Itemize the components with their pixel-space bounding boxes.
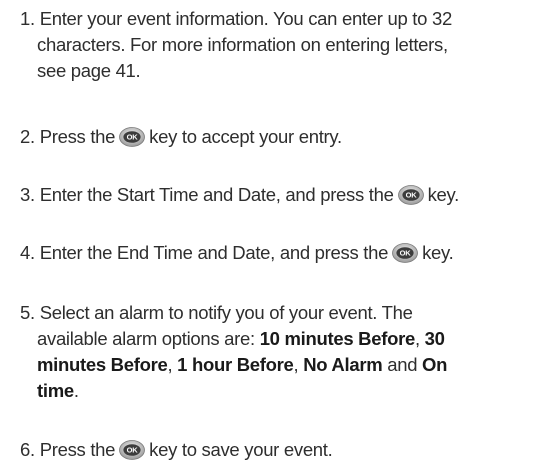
step-2-text-before: Press the — [39, 126, 116, 147]
ok-key-label: OK — [405, 191, 417, 200]
step-6-text-after: key to save your event. — [149, 439, 333, 460]
step-1-line-1: Enter your event information. You can en… — [39, 8, 453, 29]
alarm-option-on-time-part2: time — [37, 380, 74, 401]
alarm-option-1-hour: 1 hour Before — [177, 354, 294, 375]
ok-key-label: OK — [127, 446, 139, 455]
step-3-text-after: key. — [427, 184, 460, 205]
step-number: 3. — [20, 184, 35, 205]
step-4-text-after: key. — [422, 242, 454, 263]
step-6: 6. Press the OK key to save your event. — [20, 437, 333, 463]
ok-key-icon: OK — [392, 243, 418, 263]
step-1-line-3: see page 41. — [37, 60, 141, 81]
alarm-option-no-alarm: No Alarm — [303, 354, 383, 375]
ok-key-label: OK — [127, 133, 139, 142]
step-number: 4. — [20, 242, 35, 263]
step-5-line-1: Select an alarm to notify you of your ev… — [39, 302, 413, 323]
alarm-option-30-minutes-part1: 30 — [424, 328, 445, 349]
ok-key-label: OK — [400, 249, 412, 258]
step-4-text-before: Enter the End Time and Date, and press t… — [39, 242, 389, 263]
step-3-text-before: Enter the Start Time and Date, and press… — [39, 184, 394, 205]
alarm-option-on-time-part1: On — [422, 354, 448, 375]
step-number: 5. — [20, 302, 35, 323]
alarm-options-intro: available alarm options are: — [37, 328, 255, 349]
step-2: 2. Press the OK key to accept your entry. — [20, 124, 342, 150]
ok-key-icon: OK — [119, 440, 146, 460]
step-number: 2. — [20, 126, 35, 147]
alarm-option-10-minutes: 10 minutes Before — [259, 328, 416, 349]
step-6-text-before: Press the — [39, 439, 116, 460]
step-number: 6. — [20, 439, 35, 460]
step-1: 1. Enter your event information. You can… — [20, 6, 452, 84]
ok-key-icon: OK — [397, 185, 424, 205]
step-1-line-2: characters. For more information on ente… — [37, 34, 448, 55]
step-5-line-3: minutes Before, 1 hour Before, No Alarm … — [37, 354, 448, 375]
step-3: 3. Enter the Start Time and Date, and pr… — [20, 182, 459, 208]
ok-key-icon: OK — [119, 127, 146, 147]
step-5: 5. Select an alarm to notify you of your… — [20, 300, 447, 404]
step-5-line-4: time. — [37, 380, 79, 401]
step-5-line-2: available alarm options are: 10 minutes … — [37, 328, 445, 349]
alarm-option-30-minutes-part2: minutes Before — [37, 354, 168, 375]
step-number: 1. — [20, 8, 35, 29]
step-4: 4. Enter the End Time and Date, and pres… — [20, 240, 454, 266]
step-2-text-after: key to accept your entry. — [149, 126, 342, 147]
